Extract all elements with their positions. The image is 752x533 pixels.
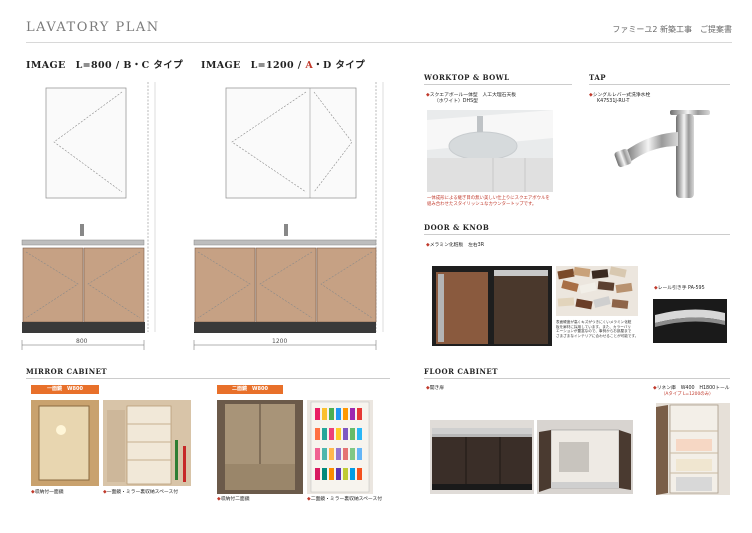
worktop-divider [424,84,572,85]
tap-title: TAP [589,73,607,82]
caption-two-a-text: 収納付二面鏡 [220,497,250,502]
two-mirror-photo [217,400,303,494]
tag-two-mirror: 二面鏡 W800 [217,385,283,394]
worktop-caption-1: スクエアボール一体型 人工大理石天板 [429,93,517,98]
left-mirror [45,87,127,199]
linen-cabinet-photo [656,403,730,495]
caption-one-b: ◆一面鏡・ミラー裏収納スペース付 [103,490,179,495]
caption-two-b: ◆二面鏡・ミラー裏収納スペース付 [307,497,383,502]
right-cabinet-door-1 [194,247,256,323]
knob-photo [653,299,727,343]
left-counter [21,239,145,246]
tap-photo [614,110,710,198]
knob-caption: ◆レール引き手 PA-595 [654,286,705,291]
worktop-caption: ◆スクエアボール一体型 人工大理石天板 （ホワイト）DHS型 [426,93,517,104]
caption-linen-1: リネン庫 W400 H1800トール [656,386,730,391]
caption-linen-2: （Aタイプ L=1200のみ） [661,392,714,397]
tag-one-mirror: 一面鏡 W800 [31,385,99,394]
left-plinth [22,322,145,333]
left-tap [80,224,84,236]
caption-linen: ◆リネン庫 W400 H1800トール （Aタイプ L=1200のみ） [653,386,730,397]
caption-one-a: ◆収納付一面鏡 [31,490,64,495]
image-left-title: IMAGE L=800 / B・C タイプ [26,60,184,71]
caption-two-a: ◆収納付二面鏡 [217,497,250,502]
right-tap [284,224,288,236]
door-caption: ◆メラミン化粧板 左右3R [426,243,485,248]
swatch-note: 表面硬度が高くキズがつきにくいメラミン化粧 板を扉材に採用しています。また、カラ… [556,320,648,338]
caption-one-b-text: 一面鏡・ミラー裏収納スペース付 [106,490,179,495]
left-cabinet-door-1 [22,247,84,323]
floor-cabinet-divider [424,378,730,379]
one-mirror-photo [31,400,99,486]
color-swatches-photo [556,266,638,316]
image-right-title: IMAGE L=1200 / A・D タイプ [201,57,365,71]
mirror-cabinet-divider [26,378,390,379]
left-cabinet-door-2 [83,247,145,323]
caption-one-a-text: 収納付一面鏡 [34,490,64,495]
right-counter [193,239,377,246]
swatch-note-4: さまざまなインテリアに合わせることが可能です。 [556,333,639,338]
right-dimension-label: 1200 [272,338,288,345]
right-plinth [194,322,376,333]
page-title: LAVATORY PLAN [26,20,160,35]
right-mirror [225,87,357,199]
floor-cabinet-open-photo [537,420,633,494]
caption-two-b-text: 二面鏡・ミラー裏収納スペース付 [310,497,383,502]
one-mirror-storage-photo [103,400,191,486]
worktop-title: WORKTOP & BOWL [424,73,510,82]
right-cabinet-door-3 [316,247,377,323]
tap-divider [589,84,730,85]
door-panels-photo [432,266,552,346]
image-right-title-prefix: IMAGE L=1200 / [201,60,306,71]
image-right-title-red: A [305,60,314,71]
tap-caption-1: シングルレバー式洗浄水栓 [592,93,651,98]
header-divider [26,42,732,43]
floor-cabinet-closed-photo [430,420,534,494]
caption-open-text: 開き扉 [429,386,445,391]
floor-cabinet-title: FLOOR CABINET [424,367,498,376]
elevation-drawings [21,82,384,350]
two-mirror-storage-photo [307,400,373,494]
project-title: ファミーユ2 新築工事 ご提案書 [612,25,732,34]
image-right-title-suffix: ・D タイプ [313,60,366,71]
left-dimension-label: 800 [76,338,88,345]
door-knob-divider [424,234,730,235]
caption-open: ◆開き扉 [426,386,445,391]
worktop-photo [427,110,553,192]
worktop-caption-2: （ホワイト）DHS型 [434,99,478,104]
mirror-cabinet-title: MIRROR CABINET [26,367,108,376]
knob-caption-text: レール引き手 PA-595 [657,286,705,291]
worktop-note-2: 組み合わせたスタイリッシュなカウンタートップです。 [427,201,537,207]
door-knob-title: DOOR & KNOB [424,223,490,232]
right-cabinet-door-2 [255,247,317,323]
door-caption-text: メラミン化粧板 左右3R [429,243,485,248]
worktop-note: 一体成形による継ぎ目の無い美しい仕上りにスクエアボウルを 組み合わせたスタイリッ… [427,196,577,207]
